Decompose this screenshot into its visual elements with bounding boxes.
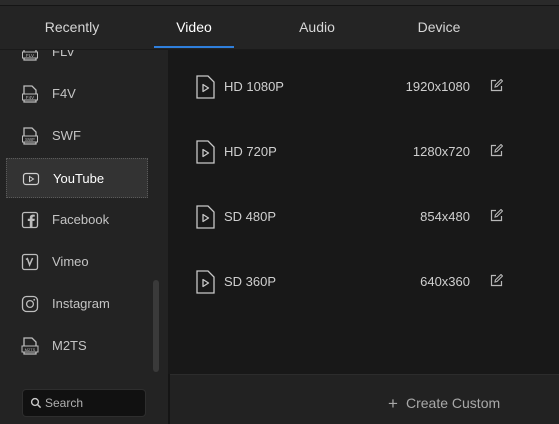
sidebar-item-label: SWF [52, 128, 81, 143]
create-custom-label: Create Custom [406, 395, 501, 411]
swf-file-icon: SWF [22, 127, 38, 145]
preset-row-sd-360p[interactable]: SD 360P 640x360 [168, 256, 559, 308]
facebook-icon [21, 211, 39, 229]
preset-list: HD 1080P 1920x1080 HD 720P 1280x720 SD 4… [168, 50, 559, 374]
video-file-icon [196, 75, 215, 99]
sidebar-item-swf[interactable]: SWF SWF [6, 116, 148, 156]
tab-recently[interactable]: Recently [30, 6, 114, 50]
m2ts-file-icon: M2TS [21, 337, 39, 355]
sidebar-item-f4v[interactable]: F4V F4V [6, 74, 148, 114]
preset-row-hd-720p[interactable]: HD 720P 1280x720 [168, 126, 559, 178]
preset-row-hd-1080p[interactable]: HD 1080P 1920x1080 [168, 61, 559, 113]
edit-icon[interactable] [490, 144, 503, 157]
search-input[interactable] [45, 394, 141, 412]
instagram-icon [21, 295, 39, 313]
format-tab-bar: Recently Video Audio Device [0, 6, 559, 50]
video-file-icon [196, 205, 215, 229]
preset-resolution: 854x480 [420, 209, 470, 224]
video-file-icon [196, 270, 215, 294]
sidebar-item-instagram[interactable]: Instagram [6, 284, 148, 324]
preset-resolution: 1280x720 [412, 144, 470, 159]
svg-text:SWF: SWF [25, 137, 35, 142]
sidebar-scrollbar[interactable] [153, 280, 159, 372]
preset-row-sd-480p[interactable]: SD 480P 854x480 [168, 191, 559, 243]
sidebar-item-label: Facebook [52, 212, 110, 227]
svg-text:FLV: FLV [26, 53, 34, 58]
preset-resolution: 640x360 [420, 274, 470, 289]
preset-resolution: 1920x1080 [405, 79, 470, 94]
sidebar-item-label: F4V [52, 86, 76, 101]
video-file-icon [196, 140, 215, 164]
sidebar-item-label: FLV [52, 50, 75, 59]
edit-icon[interactable] [490, 209, 503, 222]
sidebar-item-label: Instagram [52, 296, 110, 311]
sidebar-item-label: YouTube [53, 171, 105, 186]
vimeo-icon [21, 253, 39, 271]
f4v-file-icon: F4V [22, 85, 38, 103]
preset-footer: + Create Custom [170, 374, 559, 424]
sidebar-item-youtube[interactable]: YouTube [6, 158, 148, 198]
tab-device[interactable]: Device [404, 6, 474, 50]
plus-icon: + [388, 394, 398, 413]
tab-video[interactable]: Video [154, 6, 234, 50]
sidebar-item-label: M2TS [52, 338, 87, 353]
sidebar-item-flv[interactable]: FLV FLV [6, 50, 148, 72]
preset-name: SD 480P [224, 209, 277, 224]
sidebar-item-vimeo[interactable]: Vimeo [6, 242, 148, 282]
preset-name: HD 1080P [224, 79, 284, 94]
search-box[interactable] [22, 389, 146, 417]
svg-text:F4V: F4V [26, 95, 34, 100]
youtube-icon [22, 172, 40, 186]
sidebar-item-m2ts[interactable]: M2TS M2TS [6, 326, 148, 366]
edit-icon[interactable] [490, 274, 503, 287]
search-icon [30, 397, 42, 409]
tab-audio[interactable]: Audio [282, 6, 352, 50]
svg-text:M2TS: M2TS [25, 347, 36, 352]
edit-icon[interactable] [490, 79, 503, 92]
preset-name: SD 360P [224, 274, 277, 289]
flv-file-icon: FLV [22, 50, 38, 61]
sidebar-item-facebook[interactable]: Facebook [6, 200, 148, 240]
preset-name: HD 720P [224, 144, 277, 159]
format-sidebar: FLV FLV F4V F4V SWF SWF YouTube Facebook… [0, 50, 168, 424]
sidebar-item-label: Vimeo [52, 254, 89, 269]
active-tab-indicator [154, 46, 234, 48]
create-custom-button[interactable]: + Create Custom [388, 394, 500, 414]
